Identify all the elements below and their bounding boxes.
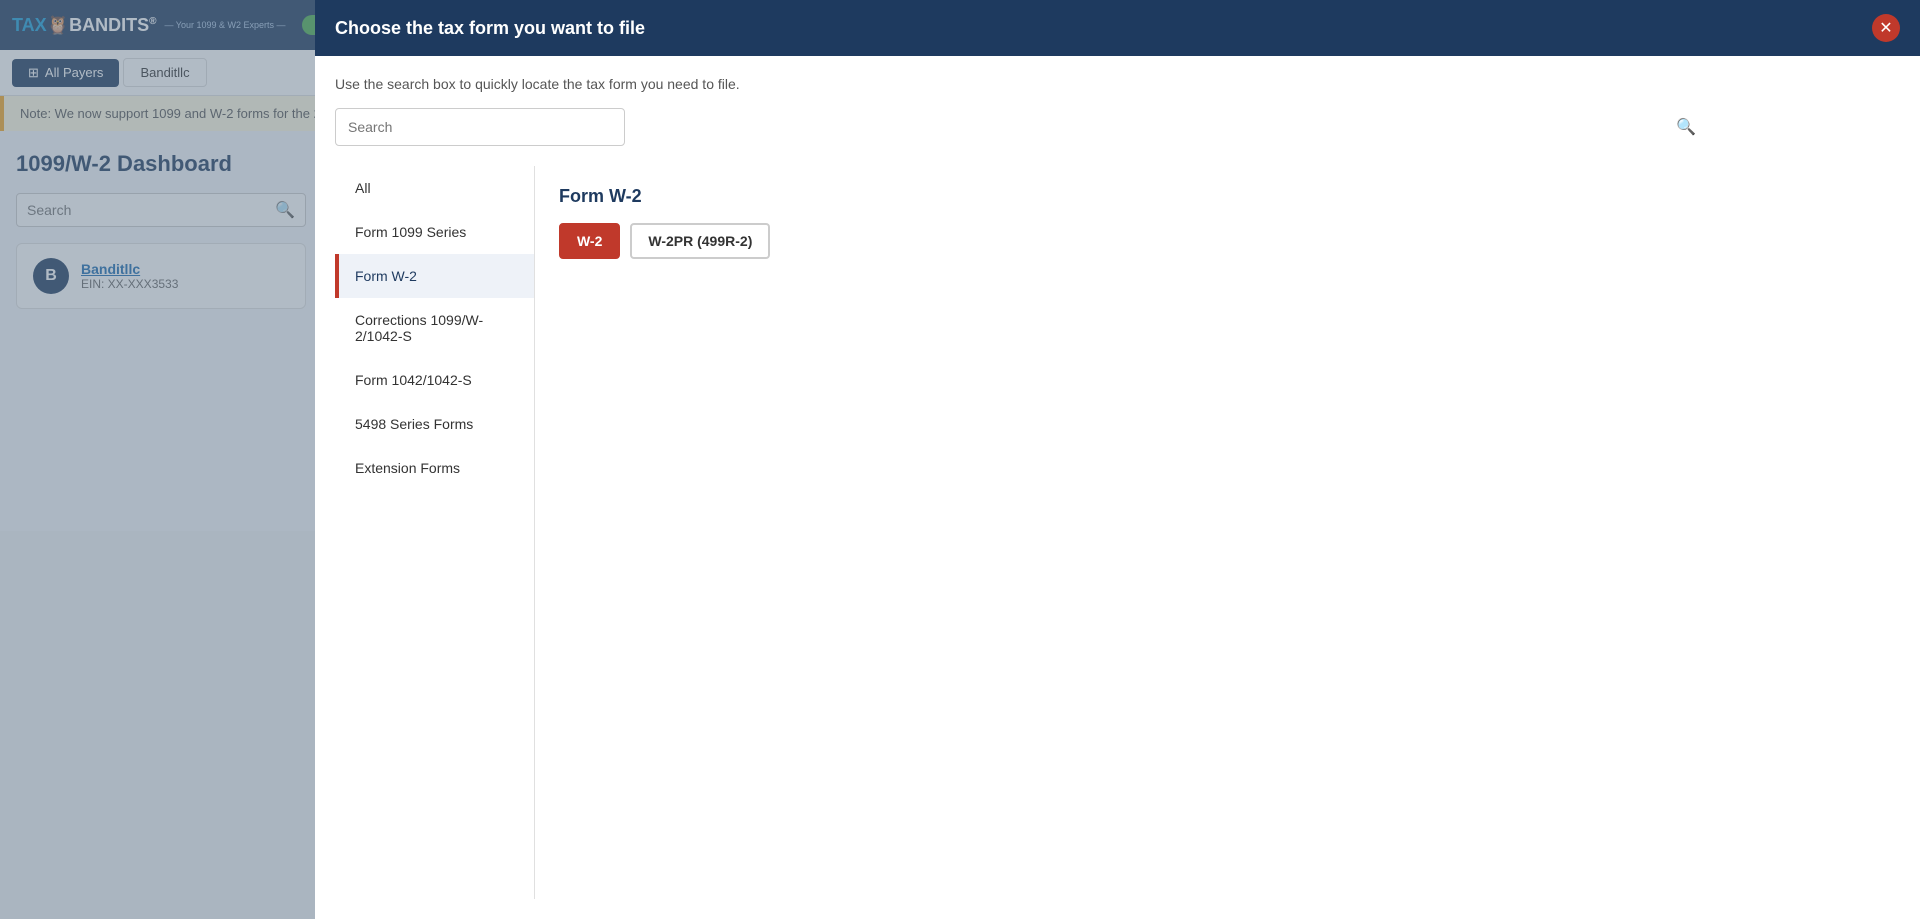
category-item-all[interactable]: All (335, 166, 534, 210)
form-btn-w2pr[interactable]: W-2PR (499R-2) (630, 223, 770, 259)
category-item-form1042[interactable]: Form 1042/1042-S (335, 358, 534, 402)
modal: Choose the tax form you want to file ✕ U… (315, 0, 1920, 919)
close-icon: ✕ (1879, 18, 1892, 38)
w2-label: W-2 (577, 233, 602, 249)
category-extension-label: Extension Forms (355, 460, 460, 476)
w2pr-label: W-2PR (499R-2) (648, 233, 752, 249)
category-form1042-label: Form 1042/1042-S (355, 372, 472, 388)
modal-header: Choose the tax form you want to file ✕ (315, 0, 1920, 56)
category-item-extension[interactable]: Extension Forms (335, 446, 534, 490)
category-item-corrections[interactable]: Corrections 1099/W-2/1042-S (335, 298, 534, 358)
form-area: Form W-2 W-2 W-2PR (499R-2) (535, 166, 1900, 899)
modal-title: Choose the tax form you want to file (335, 18, 645, 39)
category-item-form1099[interactable]: Form 1099 Series (335, 210, 534, 254)
form-btn-w2[interactable]: W-2 (559, 223, 620, 259)
modal-body: Use the search box to quickly locate the… (315, 56, 1920, 919)
category-item-formw2[interactable]: Form W-2 (335, 254, 534, 298)
category-form1099-label: Form 1099 Series (355, 224, 466, 240)
category-item-5498[interactable]: 5498 Series Forms (335, 402, 534, 446)
category-corrections-label: Corrections 1099/W-2/1042-S (355, 312, 483, 344)
category-all-label: All (355, 180, 371, 196)
modal-search-wrap: 🔍 (335, 108, 1900, 146)
app-background: TAX 🦉 BANDITS® — Your 1099 & W2 Experts … (0, 0, 1920, 919)
form-section-title: Form W-2 (559, 186, 1876, 207)
modal-search-input[interactable] (335, 108, 625, 146)
search-icon: 🔍 (1676, 117, 1696, 137)
category-formw2-label: Form W-2 (355, 268, 417, 284)
category-5498-label: 5498 Series Forms (355, 416, 473, 432)
modal-close-button[interactable]: ✕ (1872, 14, 1900, 42)
category-list: All Form 1099 Series Form W-2 Correction… (335, 166, 535, 899)
modal-subtitle: Use the search box to quickly locate the… (335, 76, 1900, 92)
form-buttons: W-2 W-2PR (499R-2) (559, 223, 1876, 259)
modal-content-area: All Form 1099 Series Form W-2 Correction… (335, 166, 1900, 899)
